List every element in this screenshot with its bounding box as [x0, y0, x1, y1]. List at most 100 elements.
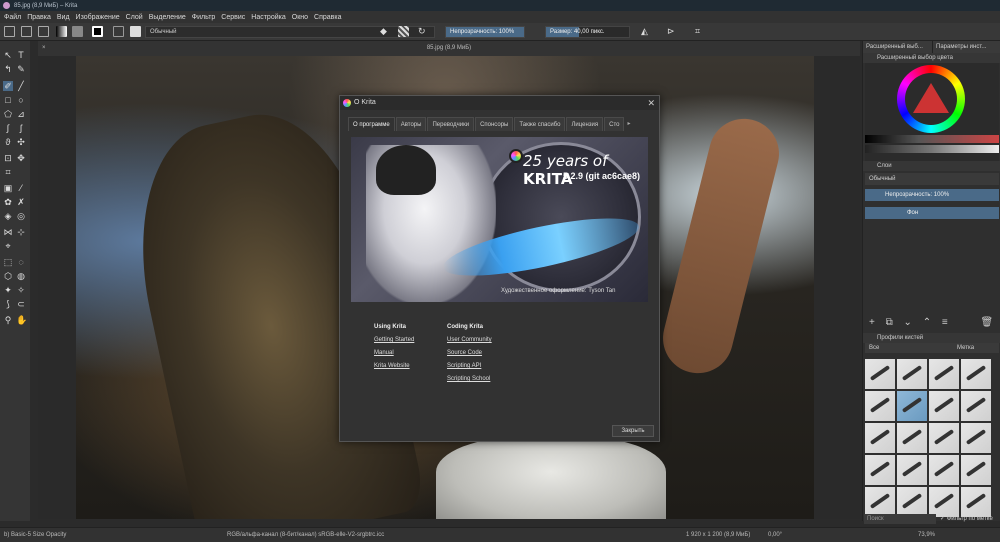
tab-license[interactable]: Лицензия	[566, 117, 604, 131]
layer-properties-icon[interactable]: ≡	[942, 317, 948, 328]
brush-preset-name[interactable]: Обычный	[145, 26, 435, 38]
bezier-selection-tool-icon[interactable]: ⟆	[3, 299, 13, 309]
brush-settings-icon[interactable]	[113, 26, 124, 37]
foreground-background-color-icon[interactable]	[92, 26, 103, 37]
preserve-alpha-icon[interactable]	[398, 26, 409, 37]
brush-tag-label[interactable]: Метка	[957, 343, 974, 353]
close-document-icon[interactable]: ×	[42, 41, 46, 56]
link-getting-started[interactable]: Getting Started	[374, 337, 414, 343]
move-layer-up-icon[interactable]: ⌃	[923, 317, 931, 328]
brush-preset-tile[interactable]	[961, 455, 991, 485]
hue-ring[interactable]	[897, 65, 965, 133]
status-rotation[interactable]: 0,00°	[768, 532, 782, 538]
status-brush[interactable]: b) Basic-5 Size Opacity	[4, 532, 66, 538]
freehand-brush-tool-icon[interactable]: ✐	[3, 81, 13, 91]
polyline-tool-icon[interactable]: ⊿	[16, 109, 26, 119]
tab-sponsors[interactable]: Спонсоры	[475, 117, 514, 131]
status-zoom[interactable]: 73,9%	[918, 532, 935, 538]
menu-window[interactable]: Окно	[292, 14, 308, 21]
rectangular-selection-tool-icon[interactable]: ⬚	[3, 257, 13, 267]
duplicate-layer-icon[interactable]: ⧉	[886, 317, 893, 328]
dynamic-brush-tool-icon[interactable]: ϑ	[3, 137, 13, 147]
brush-tag-filter-checkbox[interactable]: ✓ Фильтр по метке	[940, 514, 1000, 524]
freehand-selection-tool-icon[interactable]: ◍	[16, 271, 26, 281]
calligraphy-tool-icon[interactable]: ✎	[16, 64, 26, 74]
elliptical-selection-tool-icon[interactable]: ◌	[16, 257, 26, 267]
brush-preset-tile[interactable]	[897, 487, 927, 517]
brush-preset-tile[interactable]	[865, 455, 895, 485]
status-color-profile[interactable]: RGB/альфа-канал (8-бит/канал) sRGB-elle-…	[227, 532, 384, 538]
wrap-around-icon[interactable]: ⌗	[695, 26, 706, 37]
menu-file[interactable]: Файл	[4, 14, 21, 21]
blend-mode-select[interactable]: Обычный	[865, 173, 999, 185]
polygon-tool-icon[interactable]: ⬠	[3, 109, 13, 119]
reference-images-tool-icon[interactable]: ⌖	[3, 241, 13, 251]
mirror-horizontal-icon[interactable]: ◭	[641, 26, 652, 37]
brush-preset-tile[interactable]	[897, 391, 927, 421]
brush-preset-tile[interactable]	[897, 359, 927, 389]
link-source-code[interactable]: Source Code	[447, 350, 492, 356]
link-krita-website[interactable]: Krita Website	[374, 363, 414, 369]
assistant-tool-icon[interactable]: ⋈	[3, 227, 13, 237]
delete-layer-icon[interactable]: 🗑	[981, 317, 994, 328]
pattern-icon[interactable]	[72, 26, 83, 37]
bezier-curve-tool-icon[interactable]: ∫	[3, 123, 13, 133]
advanced-color-selector[interactable]	[865, 63, 999, 171]
menu-select[interactable]: Выделение	[149, 14, 186, 21]
brush-preset-tile[interactable]	[961, 359, 991, 389]
size-slider[interactable]: Размер: 40,00 пикс.	[545, 26, 630, 38]
gradient-tool-icon[interactable]: ▣	[3, 183, 13, 193]
link-manual[interactable]: Manual	[374, 350, 414, 356]
layer-opacity-slider[interactable]: Непрозрачность: 100%	[865, 189, 999, 201]
brush-preset-tile[interactable]	[929, 455, 959, 485]
save-document-icon[interactable]	[38, 26, 49, 37]
tab-authors[interactable]: Авторы	[395, 117, 427, 131]
brush-preset-tile[interactable]	[929, 423, 959, 453]
open-document-icon[interactable]	[21, 26, 32, 37]
opacity-slider[interactable]: Непрозрачность: 100%	[445, 26, 525, 38]
menu-edit[interactable]: Правка	[27, 14, 51, 21]
brush-search-input[interactable]: Поиск	[864, 514, 936, 524]
text-tool-icon[interactable]: T	[16, 50, 26, 60]
close-button[interactable]: Закрыть	[612, 425, 654, 437]
brush-preset-tile[interactable]	[929, 487, 959, 517]
measure-tool-icon[interactable]: ⊹	[16, 227, 26, 237]
brush-preset-tile[interactable]	[961, 423, 991, 453]
multibrush-tool-icon[interactable]: ✣	[16, 137, 26, 147]
edit-shapes-tool-icon[interactable]: ↰	[3, 64, 13, 74]
reload-preset-icon[interactable]: ↻	[418, 26, 429, 37]
magnetic-selection-tool-icon[interactable]: ⊂	[16, 299, 26, 309]
brush-preset-tile[interactable]	[929, 359, 959, 389]
brush-preset-icon[interactable]	[130, 26, 141, 37]
brush-preset-tile[interactable]	[929, 391, 959, 421]
freehand-path-tool-icon[interactable]: ʃ	[16, 123, 26, 133]
line-tool-icon[interactable]: ╱	[16, 81, 26, 91]
add-layer-icon[interactable]: +	[869, 317, 875, 328]
color-shade-strip[interactable]	[865, 145, 999, 153]
colorize-mask-tool-icon[interactable]: ✿	[3, 197, 13, 207]
tab-translators[interactable]: Переводчики	[427, 117, 475, 131]
menu-view[interactable]: Вид	[57, 14, 70, 21]
gradient-icon[interactable]	[56, 26, 67, 37]
move-tool-icon[interactable]: ✥	[16, 153, 26, 163]
menu-tools[interactable]: Сервис	[221, 14, 245, 21]
document-tab[interactable]: × 85.jpg (8,9 МиБ)	[38, 41, 860, 56]
fill-tool-icon[interactable]: ◈	[3, 211, 13, 221]
tab-tool-options[interactable]: Параметры инст...	[933, 41, 1000, 53]
select-shapes-tool-icon[interactable]: ↖	[3, 50, 13, 60]
mirror-vertical-icon[interactable]: ⊳	[667, 26, 678, 37]
link-scripting-school[interactable]: Scripting School	[447, 376, 492, 382]
brush-preset-tile[interactable]	[865, 391, 895, 421]
transform-tool-icon[interactable]: ⊡	[3, 153, 13, 163]
menu-settings[interactable]: Настройка	[251, 14, 285, 21]
dialog-close-icon[interactable]: ✕	[647, 96, 655, 110]
brush-preset-tile[interactable]	[961, 391, 991, 421]
brush-preset-tile[interactable]	[961, 487, 991, 517]
tab-third-party[interactable]: Сто	[604, 117, 625, 131]
color-picker-tool-icon[interactable]: ⁄	[16, 183, 26, 193]
brush-preset-tile[interactable]	[897, 423, 927, 453]
brush-tag-filter[interactable]: Все Метка	[865, 343, 999, 353]
crop-tool-icon[interactable]: ⌗	[3, 167, 13, 177]
move-layer-down-icon[interactable]: ⌄	[904, 317, 912, 328]
pan-tool-icon[interactable]: ✋	[16, 315, 27, 325]
